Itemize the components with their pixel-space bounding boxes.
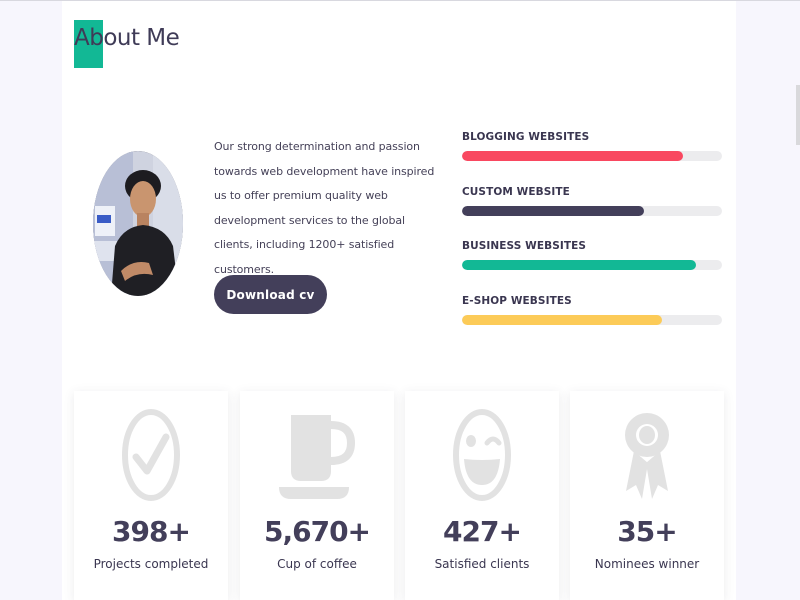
section-title: About Me bbox=[74, 25, 180, 51]
skill-label: E-SHOP WEBSITES bbox=[462, 295, 572, 307]
section-header: About Me bbox=[74, 20, 180, 68]
skill-business: BUSINESS WEBSITES bbox=[462, 240, 722, 270]
stat-card-projects: 398+ Projects completed bbox=[74, 391, 228, 600]
avatar-photo bbox=[93, 151, 183, 296]
stat-label: Projects completed bbox=[93, 557, 209, 571]
download-cv-button[interactable]: Download cv bbox=[214, 275, 327, 314]
skill-eshop: E-SHOP WEBSITES bbox=[462, 295, 722, 325]
stat-value: 398+ bbox=[112, 515, 191, 548]
stat-card-clients: 427+ Satisfied clients bbox=[405, 391, 559, 600]
skill-track bbox=[462, 206, 722, 216]
award-ribbon-icon bbox=[570, 401, 724, 509]
stat-value: 5,670+ bbox=[263, 515, 371, 548]
wink-smile-icon bbox=[405, 401, 559, 509]
skill-label: BLOGGING WEBSITES bbox=[462, 131, 590, 143]
skill-track bbox=[462, 260, 722, 270]
stat-card-coffee: 5,670+ Cup of coffee bbox=[240, 391, 394, 600]
check-circle-icon bbox=[74, 401, 228, 509]
scrollbar-thumb[interactable] bbox=[796, 85, 800, 145]
skill-bar-fill bbox=[462, 260, 696, 270]
skill-track bbox=[462, 315, 722, 325]
intro-paragraph: Our strong determination and passion tow… bbox=[214, 140, 435, 276]
stat-value: 35+ bbox=[617, 515, 677, 548]
skill-track bbox=[462, 151, 722, 161]
coffee-cup-icon bbox=[240, 401, 394, 509]
stat-value: 427+ bbox=[443, 515, 522, 548]
skill-label: CUSTOM WEBSITE bbox=[462, 186, 570, 198]
skill-bar-fill bbox=[462, 315, 663, 325]
stat-label: Satisfied clients bbox=[434, 557, 530, 571]
skill-bar-fill bbox=[462, 206, 644, 216]
skill-blogging: BLOGGING WEBSITES bbox=[462, 131, 722, 161]
skill-bar-fill bbox=[462, 151, 683, 161]
stat-label: Cup of coffee bbox=[277, 557, 357, 571]
avatar bbox=[93, 151, 183, 296]
skill-custom: CUSTOM WEBSITE bbox=[462, 186, 722, 216]
stat-card-nominees: 35+ Nominees winner bbox=[570, 391, 724, 600]
skill-label: BUSINESS WEBSITES bbox=[462, 240, 587, 252]
stat-label: Nominees winner bbox=[594, 557, 700, 571]
